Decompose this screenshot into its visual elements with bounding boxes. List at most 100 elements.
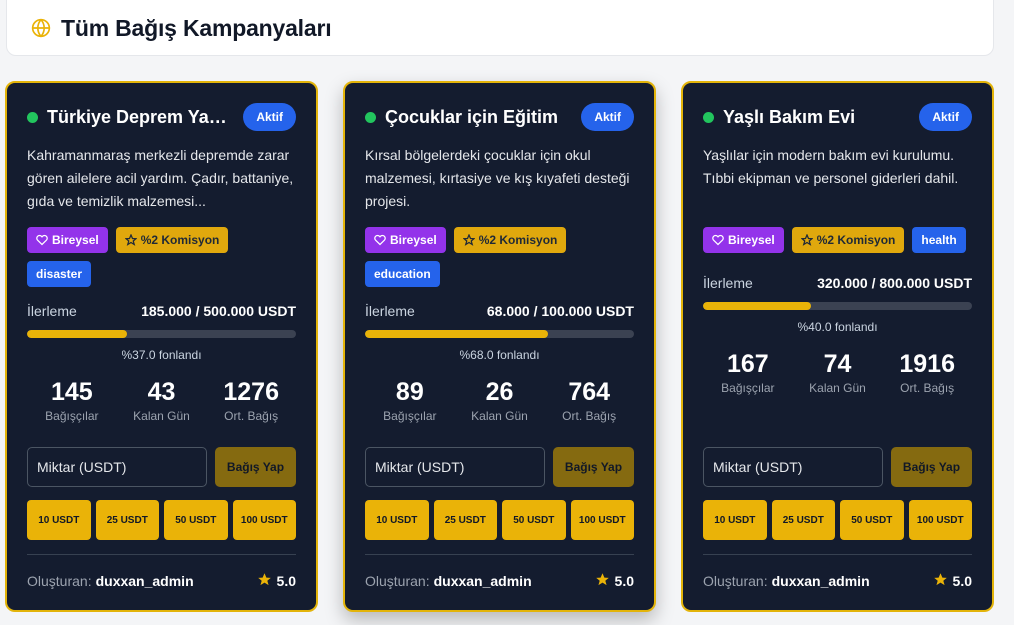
stat-days-left: 26 Kalan Gün	[455, 378, 545, 423]
donate-row: Bağış Yap	[703, 447, 972, 487]
stats-row: 89 Bağışçılar 26 Kalan Gün 764 Ort. Bağı…	[365, 378, 634, 423]
stats-row: 145 Bağışçılar 43 Kalan Gün 1276 Ort. Ba…	[27, 378, 296, 423]
creator-name[interactable]: duxxan_admin	[772, 573, 870, 589]
card-footer: Oluşturan: duxxan_admin 5.0	[703, 572, 972, 590]
quick-amount-25[interactable]: 25 USDT	[433, 500, 497, 540]
amount-input[interactable]	[365, 447, 545, 487]
creator: Oluşturan: duxxan_admin	[365, 573, 532, 589]
quick-amount-100[interactable]: 100 USDT	[908, 500, 972, 540]
creator-name[interactable]: duxxan_admin	[96, 573, 194, 589]
stat-donors: 89 Bağışçılar	[365, 378, 455, 423]
quick-amount-row: 10 USDT 25 USDT 50 USDT 100 USDT	[365, 500, 634, 540]
stat-label: Bağışçılar	[721, 381, 775, 395]
live-dot-icon	[365, 111, 376, 123]
status-badge: Aktif	[919, 103, 972, 131]
tag-label: Bireysel	[728, 233, 775, 247]
quick-amount-10[interactable]: 10 USDT	[703, 500, 767, 540]
card-footer: Oluşturan: duxxan_admin 5.0	[365, 572, 634, 590]
stat-avg-donation: 1916 Ort. Bağış	[882, 350, 972, 395]
stat-donors: 145 Bağışçılar	[27, 378, 117, 423]
quick-amount-100[interactable]: 100 USDT	[232, 500, 296, 540]
progress-fill	[365, 330, 548, 338]
stat-number: 74	[823, 350, 852, 378]
progress-fill	[27, 330, 127, 338]
card-divider	[27, 554, 296, 555]
rating-value: 5.0	[276, 573, 296, 589]
status-badge: Aktif	[243, 103, 296, 131]
status-badge: Aktif	[581, 103, 634, 131]
star-outline-icon	[124, 234, 137, 246]
star-icon	[595, 572, 610, 590]
quick-amount-25[interactable]: 25 USDT	[771, 500, 835, 540]
quick-amount-25[interactable]: 25 USDT	[95, 500, 159, 540]
amount-input[interactable]	[27, 447, 207, 487]
stat-label: Ort. Bağış	[224, 409, 279, 423]
stat-donors: 167 Bağışçılar	[703, 350, 793, 395]
funded-text: %68.0 fonlandı	[459, 348, 540, 362]
stat-label: Ort. Bağış	[562, 409, 617, 423]
progress-fill	[703, 302, 811, 310]
quick-amount-50[interactable]: 50 USDT	[164, 500, 228, 540]
stat-number: 1276	[223, 378, 279, 406]
progress-value: 185.000 / 500.000 USDT	[141, 303, 296, 319]
quick-amount-50[interactable]: 50 USDT	[840, 500, 904, 540]
quick-amount-10[interactable]: 10 USDT	[27, 500, 91, 540]
campaign-description: Kahramanmaraş merkezli depremde zarar gö…	[27, 147, 294, 209]
creator-label: Oluşturan:	[703, 573, 768, 589]
card-divider	[365, 554, 634, 555]
progress-label: İlerleme	[703, 275, 753, 291]
stat-label: Kalan Gün	[471, 409, 528, 423]
donate-button[interactable]: Bağış Yap	[891, 447, 972, 487]
stat-label: Bağışçılar	[45, 409, 99, 423]
stat-number: 26	[485, 378, 514, 406]
heart-icon	[36, 234, 48, 246]
stat-avg-donation: 764 Ort. Bağış	[544, 378, 634, 423]
quick-amount-100[interactable]: 100 USDT	[570, 500, 634, 540]
live-dot-icon	[27, 111, 38, 123]
progress-row: İlerleme 68.000 / 100.000 USDT	[365, 303, 634, 319]
stat-number: 145	[50, 378, 93, 406]
stat-number: 89	[395, 378, 424, 406]
campaign-title[interactable]: Türkiye Deprem Yardım Kampanyası	[47, 107, 233, 128]
stat-days-left: 43 Kalan Gün	[117, 378, 207, 423]
stat-number: 167	[726, 350, 769, 378]
campaign-card: Yaşlı Bakım Evi Aktif Yaşlılar için mode…	[681, 81, 994, 612]
tag-list: Bireysel %2 Komisyon disaster	[27, 227, 296, 287]
progress-label: İlerleme	[27, 303, 77, 319]
campaign-title[interactable]: Çocuklar için Eğitim	[385, 107, 571, 128]
campaign-title[interactable]: Yaşlı Bakım Evi	[723, 107, 909, 128]
tag-label: %2 Komisyon	[816, 233, 896, 247]
progress-bar	[27, 330, 296, 338]
heart-icon	[374, 234, 386, 246]
donate-button[interactable]: Bağış Yap	[553, 447, 634, 487]
rating: 5.0	[595, 572, 634, 590]
funded-text: %40.0 fonlandı	[797, 320, 878, 334]
creator-label: Oluşturan:	[365, 573, 430, 589]
rating: 5.0	[257, 572, 296, 590]
tag-commission: %2 Komisyon	[115, 227, 229, 253]
progress-label: İlerleme	[365, 303, 415, 319]
rating-value: 5.0	[952, 573, 972, 589]
creator-name[interactable]: duxxan_admin	[434, 573, 532, 589]
stat-number: 764	[568, 378, 611, 406]
stat-days-left: 74 Kalan Gün	[793, 350, 883, 395]
stat-avg-donation: 1276 Ort. Bağış	[206, 378, 296, 423]
donate-button[interactable]: Bağış Yap	[215, 447, 296, 487]
star-icon	[933, 572, 948, 590]
quick-amount-row: 10 USDT 25 USDT 50 USDT 100 USDT	[27, 500, 296, 540]
star-outline-icon	[800, 234, 813, 246]
quick-amount-50[interactable]: 50 USDT	[502, 500, 566, 540]
funded-text: %37.0 fonlandı	[121, 348, 202, 362]
stat-label: Ort. Bağış	[900, 381, 955, 395]
stat-number: 43	[147, 378, 176, 406]
page-header: Tüm Bağış Kampanyaları	[6, 0, 994, 56]
tag-individual: Bireysel	[27, 227, 108, 253]
creator-label: Oluşturan:	[27, 573, 92, 589]
live-dot-icon	[703, 111, 714, 123]
quick-amount-10[interactable]: 10 USDT	[365, 500, 429, 540]
amount-input[interactable]	[703, 447, 883, 487]
star-outline-icon	[462, 234, 475, 246]
tag-list: Bireysel %2 Komisyon health	[703, 227, 972, 253]
creator: Oluşturan: duxxan_admin	[27, 573, 194, 589]
progress-row: İlerleme 320.000 / 800.000 USDT	[703, 275, 972, 291]
